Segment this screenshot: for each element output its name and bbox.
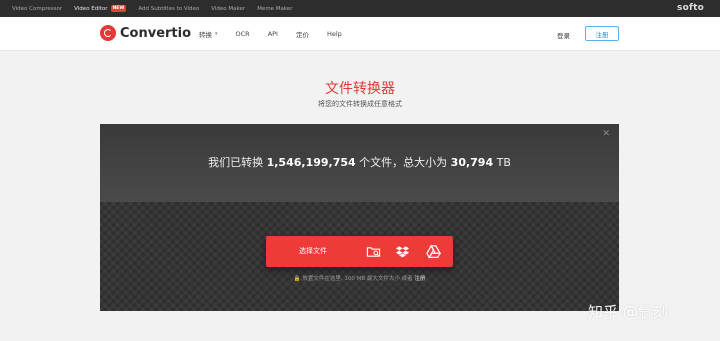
softo-logo[interactable]: softo — [677, 3, 704, 13]
nav-help[interactable]: Help — [327, 30, 342, 38]
top-bar: Video Compressor Video Editor NEW Add Sub… — [0, 0, 720, 17]
new-badge: NEW — [110, 5, 127, 12]
choose-files-button[interactable]: 选择文件 — [266, 236, 453, 267]
register-button[interactable]: 注册 — [585, 26, 619, 41]
nav-menu: 转换 ▾ OCR API 定价 Help — [199, 17, 342, 51]
stats-prefix: 我们已转换 — [208, 156, 264, 169]
nav-pricing[interactable]: 定价 — [296, 29, 309, 39]
drop-note: 🔒 放置文件在这里. 100 MB 最大文件大小 或者 注册 — [100, 274, 619, 282]
nav-convert-label: 转换 — [199, 31, 212, 39]
drop-note-text: 放置文件在这里. 100 MB 最大文件大小 或者 — [302, 276, 413, 282]
login-link[interactable]: 登录 — [557, 30, 570, 40]
note-register-link[interactable]: 注册 — [414, 276, 425, 282]
product-links: Video Compressor Video Editor NEW Add Sub… — [12, 0, 293, 17]
convertio-logo[interactable]: Convertio — [100, 25, 191, 41]
link-video-editor[interactable]: Video Editor NEW — [74, 5, 127, 12]
link-video-editor-label: Video Editor — [74, 6, 108, 12]
lock-icon: 🔒 — [293, 276, 301, 282]
link-add-subtitles[interactable]: Add Subtitles to Video — [138, 6, 199, 12]
dropbox-icon[interactable] — [395, 244, 410, 259]
link-video-compressor[interactable]: Video Compressor — [12, 6, 62, 12]
google-drive-icon[interactable] — [426, 244, 441, 259]
converter-box: ✕ 我们已转换 1,546,199,754 个文件，总大小为 30,794 TB… — [100, 124, 619, 311]
link-meme-maker[interactable]: Meme Maker — [257, 6, 292, 12]
chevron-down-icon: ▾ — [215, 31, 218, 37]
nav-convert[interactable]: 转换 ▾ — [199, 29, 218, 39]
main-nav: Convertio 转换 ▾ OCR API 定价 Help 登录 注册 — [0, 17, 720, 51]
logo-text: Convertio — [120, 25, 192, 41]
conversion-stats: 我们已转换 1,546,199,754 个文件，总大小为 30,794 TB — [100, 154, 619, 170]
size-unit: TB — [496, 156, 511, 169]
files-count: 1,546,199,754 — [266, 156, 356, 169]
choose-files-label: 选择文件 — [299, 247, 327, 255]
page-subtitle: 将您的文件转换成任意格式 — [318, 100, 402, 108]
close-icon[interactable]: ✕ — [602, 129, 610, 139]
folder-search-icon[interactable] — [366, 244, 381, 259]
nav-api[interactable]: API — [268, 30, 278, 38]
stats-middle: 个文件，总大小为 — [359, 156, 448, 169]
convertio-logo-icon — [100, 25, 116, 41]
total-size: 30,794 — [450, 156, 494, 169]
link-video-maker[interactable]: Video Maker — [211, 6, 245, 12]
zhihu-watermark: 知乎 @氩刻 — [588, 303, 668, 321]
page-title: 文件转换器 — [325, 81, 395, 97]
nav-ocr[interactable]: OCR — [236, 30, 250, 38]
